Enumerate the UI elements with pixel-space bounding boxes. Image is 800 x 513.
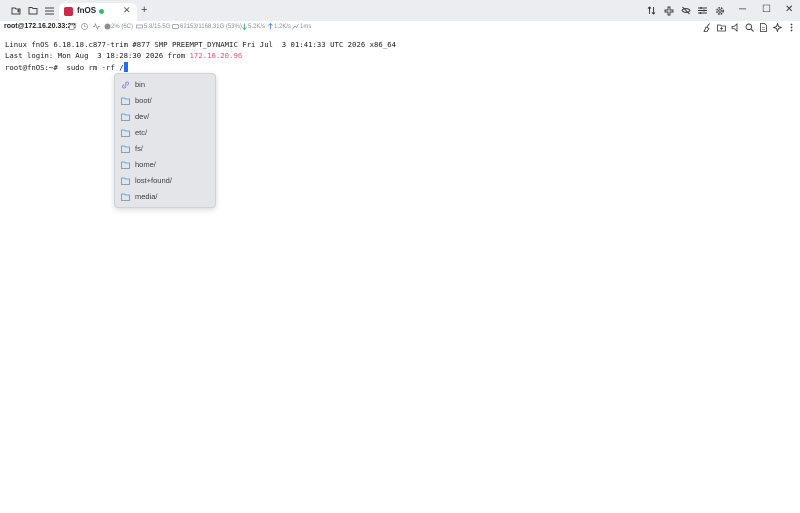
folder-icon xyxy=(121,177,130,185)
broadcast-icon[interactable] xyxy=(731,23,740,32)
close-window-button[interactable]: ✕ xyxy=(785,4,793,15)
more-icon[interactable] xyxy=(787,23,796,32)
tab-title: fnOS xyxy=(77,6,97,15)
completion-item[interactable]: home/ xyxy=(115,157,215,173)
folder-icon xyxy=(121,161,130,169)
completion-label: bin xyxy=(135,80,146,89)
new-session-icon[interactable] xyxy=(10,5,21,16)
completion-item[interactable]: lost+found/ xyxy=(115,173,215,189)
folder-icon xyxy=(121,97,130,105)
login-ip: 172.16.20.96 xyxy=(189,51,243,61)
path-completion-popup: bin boot/ dev/ etc/ fs/ home/ lost+found… xyxy=(114,73,216,208)
minimize-button[interactable]: ─ xyxy=(739,4,746,15)
terminal-line: Linux fnOS 6.18.18.c877-trim #877 SMP PR… xyxy=(5,40,396,49)
latency-icon xyxy=(292,23,299,30)
activity-icon xyxy=(93,23,100,30)
completion-item[interactable]: media/ xyxy=(115,189,215,205)
sliders-icon[interactable] xyxy=(697,5,708,16)
clock-icon xyxy=(81,23,88,30)
session-host: root@172.16.20.33:22 xyxy=(4,23,76,30)
extensions-icon[interactable] xyxy=(663,5,674,16)
title-bar: fnOS ✕ + ─ ☐ ✕ xyxy=(0,0,800,21)
disk-icon xyxy=(172,24,179,29)
session-status-bar: root@172.16.20.33:22 2% (6C) 5.8/15.5G 6… xyxy=(0,21,800,35)
completion-label: etc/ xyxy=(135,128,148,137)
fnos-logo-icon xyxy=(64,7,73,16)
typed-command: sudo rm -rf / xyxy=(62,62,124,72)
completion-label: fs/ xyxy=(135,144,143,153)
last-login-text: Last login: Mon Aug 3 18:28:30 2026 from xyxy=(5,51,190,61)
shell-prompt: root@fnOS:~# xyxy=(5,62,63,72)
new-tab-button[interactable]: + xyxy=(141,4,147,16)
completion-label: boot/ xyxy=(135,96,152,105)
completion-label: media/ xyxy=(135,192,158,201)
terminal-prompt-line[interactable]: root@fnOS:~# sudo rm -rf / xyxy=(5,61,396,73)
folder-icon xyxy=(121,193,130,201)
copy-icon[interactable] xyxy=(69,23,76,30)
cpu-usage: 2% (6C) xyxy=(111,24,134,30)
sftp-folder-icon[interactable] xyxy=(717,23,726,32)
text-cursor xyxy=(123,61,128,72)
terminal-line: Last login: Mon Aug 3 18:28:30 2026 from… xyxy=(5,50,396,61)
folder-icon xyxy=(121,145,130,153)
tab-fnos[interactable]: fnOS ✕ xyxy=(59,3,137,21)
search-icon[interactable] xyxy=(745,23,754,32)
completion-label: home/ xyxy=(135,160,156,169)
maximize-button[interactable]: ☐ xyxy=(762,4,771,15)
completion-item[interactable]: fs/ xyxy=(115,141,215,157)
download-arrow-icon xyxy=(242,23,247,30)
completion-label: dev/ xyxy=(135,112,150,121)
ai-sparkle-icon[interactable] xyxy=(773,23,782,32)
close-tab-icon[interactable]: ✕ xyxy=(123,5,131,16)
sort-icon[interactable] xyxy=(646,5,657,16)
hide-icon[interactable] xyxy=(680,5,691,16)
folder-icon xyxy=(121,113,130,121)
latency: 1ms xyxy=(300,24,312,30)
broom-icon[interactable] xyxy=(703,23,712,32)
upload-arrow-icon xyxy=(268,23,273,30)
disk-usage: 62153/1168.31G (53%) xyxy=(180,24,242,30)
completion-item[interactable]: dev/ xyxy=(115,109,215,125)
folder-icon[interactable] xyxy=(27,5,38,16)
cpu-icon xyxy=(104,23,111,30)
link-icon xyxy=(122,81,129,89)
completion-item[interactable]: etc/ xyxy=(115,125,215,141)
folder-icon xyxy=(121,129,130,137)
memory-usage: 5.8/15.5G xyxy=(144,24,171,30)
completion-item[interactable]: boot/ xyxy=(115,93,215,109)
download-speed: 5.2K/s xyxy=(248,24,266,30)
settings-gear-icon[interactable] xyxy=(714,5,725,16)
completion-label: lost+found/ xyxy=(135,176,172,185)
terminal-output[interactable]: Linux fnOS 6.18.18.c877-trim #877 SMP PR… xyxy=(5,39,396,73)
completion-item[interactable]: bin xyxy=(115,77,215,93)
connected-status-dot xyxy=(99,9,104,14)
memory-icon xyxy=(136,24,143,29)
menu-icon[interactable] xyxy=(44,5,55,16)
document-icon[interactable] xyxy=(759,23,768,32)
upload-speed: 1.2K/s xyxy=(274,24,292,30)
